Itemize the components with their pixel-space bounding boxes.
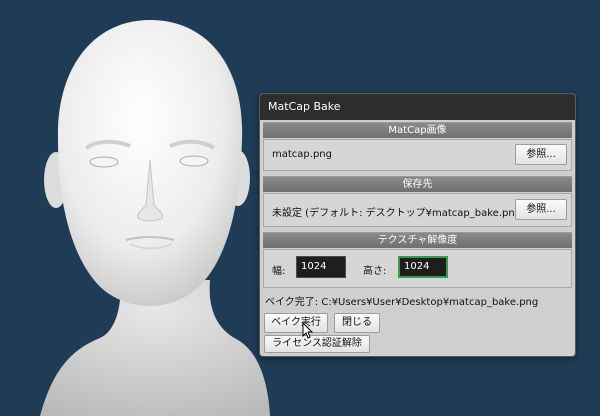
- close-button[interactable]: 閉じる: [334, 313, 380, 333]
- bake-button[interactable]: ベイク実行: [264, 313, 328, 333]
- matcap-file-name: matcap.png: [272, 149, 332, 160]
- height-input[interactable]: 1024: [398, 256, 448, 278]
- resolution-section-header: テクスチャ解像度: [263, 232, 572, 248]
- output-path-row: 未設定 (デフォルト: デスクトップ¥matcap_bake.png) 参照..…: [263, 193, 572, 227]
- matcap-section-header: MatCap画像: [263, 122, 572, 138]
- height-label: 高さ:: [363, 266, 387, 277]
- matcap-file-row: matcap.png 参照...: [263, 139, 572, 171]
- resolution-row: 幅: 1024 高さ: 1024: [263, 249, 572, 288]
- output-browse-button[interactable]: 参照...: [515, 199, 567, 220]
- matcap-bake-dialog: MatCap Bake MatCap画像 matcap.png 参照... 保存…: [259, 93, 576, 357]
- width-input[interactable]: 1024: [296, 256, 346, 278]
- width-label: 幅:: [272, 266, 286, 277]
- dialog-title: MatCap Bake: [260, 94, 575, 120]
- status-text: ベイク完了: C:¥Users¥User¥Desktop¥matcap_bake…: [265, 297, 539, 308]
- output-path-text: 未設定 (デフォルト: デスクトップ¥matcap_bake.png): [272, 208, 525, 219]
- license-deactivate-button[interactable]: ライセンス認証解除: [264, 335, 370, 353]
- output-section-header: 保存先: [263, 176, 572, 192]
- matcap-browse-button[interactable]: 参照...: [515, 144, 567, 165]
- mouse-pointer-icon: [302, 322, 314, 339]
